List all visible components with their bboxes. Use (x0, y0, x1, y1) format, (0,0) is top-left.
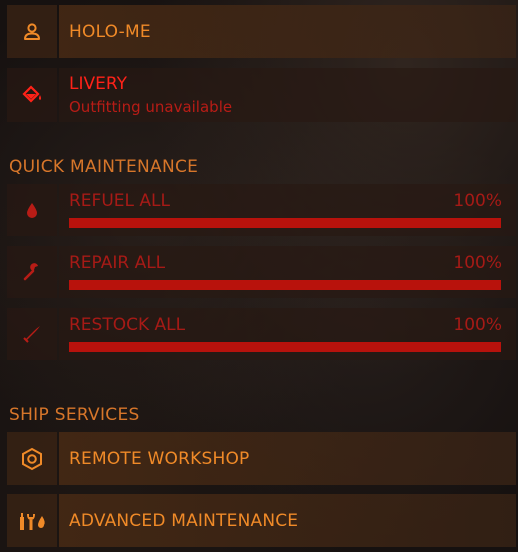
fuel-drop-icon (7, 184, 57, 236)
advanced-maintenance-button[interactable]: ADVANCED MAINTENANCE (7, 494, 516, 547)
ammo-icon (7, 308, 57, 360)
livery-button[interactable]: LIVERY Outfitting unavailable (7, 68, 516, 122)
repair-all-button[interactable]: REPAIR ALL 100% (7, 246, 516, 298)
refuel-progress-fill (69, 218, 501, 228)
wrench-icon (7, 246, 57, 298)
restock-percent: 100% (453, 315, 502, 335)
refuel-percent: 100% (453, 191, 502, 211)
restock-all-label: RESTOCK ALL (69, 315, 186, 335)
livery-label: LIVERY (69, 74, 127, 94)
ship-services-header: SHIP SERVICES (9, 405, 140, 425)
refuel-all-button[interactable]: REFUEL ALL 100% (7, 184, 516, 236)
restock-progress-fill (69, 342, 501, 352)
repair-all-label: REPAIR ALL (69, 253, 166, 273)
advanced-maintenance-label: ADVANCED MAINTENANCE (69, 510, 299, 531)
refuel-progress-bar (69, 218, 501, 228)
remote-workshop-label: REMOTE WORKSHOP (69, 448, 250, 469)
hexagon-nut-icon (7, 432, 57, 485)
paint-bucket-icon (7, 68, 57, 122)
repair-progress-bar (69, 280, 501, 290)
person-icon (7, 5, 57, 58)
repair-percent: 100% (453, 253, 502, 273)
repair-progress-fill (69, 280, 501, 290)
maintenance-tools-icon (7, 494, 57, 547)
livery-status-text: Outfitting unavailable (69, 98, 233, 116)
holo-me-label: HOLO-ME (69, 21, 151, 42)
restock-progress-bar (69, 342, 501, 352)
holo-me-button[interactable]: HOLO-ME (7, 5, 516, 58)
refuel-all-label: REFUEL ALL (69, 191, 170, 211)
restock-all-button[interactable]: RESTOCK ALL 100% (7, 308, 516, 360)
quick-maintenance-header: QUICK MAINTENANCE (9, 157, 199, 177)
remote-workshop-button[interactable]: REMOTE WORKSHOP (7, 432, 516, 485)
